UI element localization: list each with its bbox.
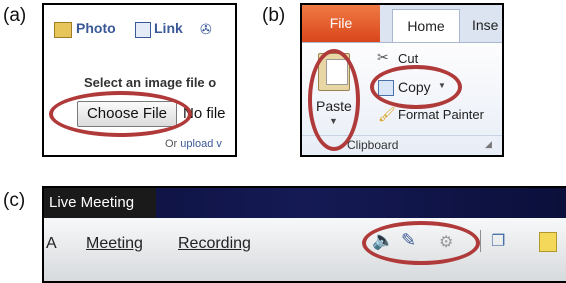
toolbar-divider <box>480 230 481 252</box>
link-tab[interactable]: Link <box>154 20 183 36</box>
ribbon-tab-row: File Home Inse <box>302 5 502 43</box>
notes-icon[interactable] <box>539 232 557 252</box>
window-title: Live Meeting <box>44 188 156 218</box>
copy-icon[interactable] <box>378 80 394 96</box>
dialog-launcher-icon[interactable]: ◢ <box>485 139 492 150</box>
chevron-down-icon[interactable]: ▼ <box>438 81 446 90</box>
photo-tab[interactable]: Photo <box>76 20 116 36</box>
menu-item-partial[interactable]: A <box>46 235 57 253</box>
clipboard-group: Paste ▼ ✂ Cut Copy ▼ 🖌 Format Painter Cl… <box>302 42 502 155</box>
live-meeting-panel: Live Meeting A Meeting Recording 🔈 ✎ ⚙ ❐ <box>42 186 566 283</box>
copy-button[interactable]: Copy <box>398 79 431 95</box>
copy-pages-icon[interactable]: ❐ <box>491 231 505 251</box>
paste-icon[interactable] <box>318 53 350 91</box>
link-icon <box>135 22 151 38</box>
facebook-upload-panel: Photo Link ✇ Select an image file o Choo… <box>42 3 237 157</box>
gear-icon[interactable]: ⚙ <box>439 232 453 252</box>
composer-toolbar: Photo Link ✇ <box>44 5 235 57</box>
paste-button[interactable]: Paste <box>316 98 352 114</box>
cut-button[interactable]: Cut <box>398 51 418 66</box>
menu-item-recording[interactable]: Recording <box>178 235 251 253</box>
format-painter-button[interactable]: Format Painter <box>398 107 484 122</box>
pen-icon[interactable]: ✎ <box>401 230 416 251</box>
label-c: (c) <box>3 190 26 211</box>
insert-tab[interactable]: Inse <box>472 9 498 41</box>
home-tab[interactable]: Home <box>392 9 460 43</box>
no-file-text: No file <box>183 105 226 122</box>
menu-item-meeting[interactable]: Meeting <box>86 235 143 253</box>
upload-footer: Or upload v <box>165 138 222 150</box>
choose-file-button[interactable]: Choose File <box>77 101 177 127</box>
file-tab[interactable]: File <box>302 5 380 42</box>
or-text: Or <box>165 138 178 150</box>
chevron-down-icon[interactable]: ▼ <box>329 116 338 126</box>
group-separator <box>302 135 502 136</box>
upload-link[interactable]: upload v <box>180 138 222 150</box>
menu-bar: A Meeting Recording 🔈 ✎ ⚙ ❐ <box>44 218 566 281</box>
window-titlebar: Live Meeting <box>44 188 566 218</box>
label-b: (b) <box>262 5 286 26</box>
office-ribbon-panel: File Home Inse Paste ▼ ✂ Cut Copy ▼ 🖌 Fo… <box>300 3 504 157</box>
label-a: (a) <box>3 5 27 26</box>
select-image-prompt: Select an image file o <box>84 75 217 90</box>
clipboard-group-label: Clipboard <box>347 138 399 152</box>
speaker-icon[interactable]: 🔈 <box>372 230 394 251</box>
photo-icon <box>54 22 72 38</box>
brush-icon[interactable]: 🖌 <box>378 106 396 123</box>
video-icon[interactable]: ✇ <box>200 21 212 38</box>
scissors-icon[interactable]: ✂ <box>377 49 389 66</box>
